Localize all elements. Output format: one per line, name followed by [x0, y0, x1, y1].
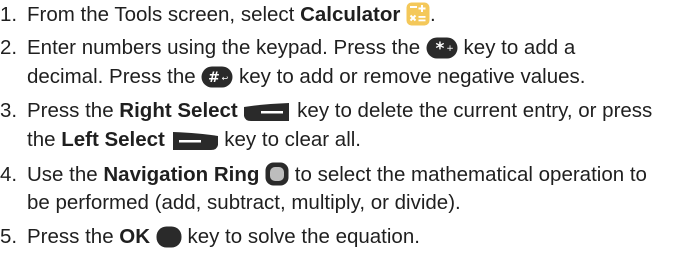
step-3-continued: the Left Select key to clear all. [27, 128, 361, 157]
step-4-continued: be performed (add, subtract, multiply, o… [27, 191, 461, 215]
svg-text:*: * [435, 39, 444, 59]
step-number: 2. [0, 36, 18, 59]
ok-key-icon [156, 226, 182, 254]
svg-text:#: # [208, 70, 220, 86]
step-bold-text: Left Select [61, 128, 165, 151]
instruction-list: 1. From the Tools screen, select Calculat… [0, 0, 691, 264]
svg-text:+: + [446, 44, 454, 54]
step-text: the [27, 128, 62, 151]
step-number: 1. [0, 3, 18, 26]
right-select-key-icon [243, 102, 291, 128]
step-4: 4. Use the Navigation Ring to select the … [0, 162, 647, 192]
step-text: be performed (add, subtract, multiply, o… [27, 191, 461, 214]
step-text: key to delete the current entry, or pres… [291, 99, 653, 122]
pound-key-icon: # ↩ [201, 66, 233, 94]
step-3: 3. Press the Right Select key to delete t… [0, 99, 652, 128]
calculator-app-icon [406, 2, 430, 32]
step-text: . [430, 3, 436, 26]
step-number: 4. [0, 163, 18, 186]
left-select-key-icon [171, 131, 219, 157]
svg-text:↩: ↩ [222, 74, 229, 83]
step-text: From the Tools screen, select [27, 3, 301, 26]
star-key-icon: * + [426, 37, 458, 65]
step-bold-text: Calculator [300, 3, 401, 26]
step-text: Use the [27, 163, 104, 186]
step-text: Press the [27, 99, 120, 122]
step-bold-text: Right Select [119, 99, 238, 122]
step-text: to select the mathematical operation to [289, 163, 647, 186]
step-text: key to solve the equation. [181, 225, 420, 248]
step-number: 5. [0, 225, 18, 248]
step-2-continued: decimal. Press the # ↩ key to add or rem… [27, 65, 585, 94]
step-5: 5. Press the OK key to solve the equation… [0, 225, 420, 254]
step-number: 3. [0, 99, 18, 122]
navigation-ring-icon [265, 162, 289, 192]
step-text: decimal. Press the [27, 65, 202, 88]
step-bold-text: Navigation Ring [103, 163, 260, 186]
step-text: key to add or remove negative values. [233, 65, 586, 88]
step-text: key to clear all. [218, 128, 361, 151]
step-1: 1. From the Tools screen, select Calculat… [0, 2, 436, 32]
step-text: Press the [27, 225, 120, 248]
step-text: Enter numbers using the keypad. Press th… [27, 36, 426, 59]
step-bold-text: OK [119, 225, 151, 248]
step-2: 2. Enter numbers using the keypad. Press … [0, 36, 575, 65]
step-text: key to add a [457, 36, 576, 59]
